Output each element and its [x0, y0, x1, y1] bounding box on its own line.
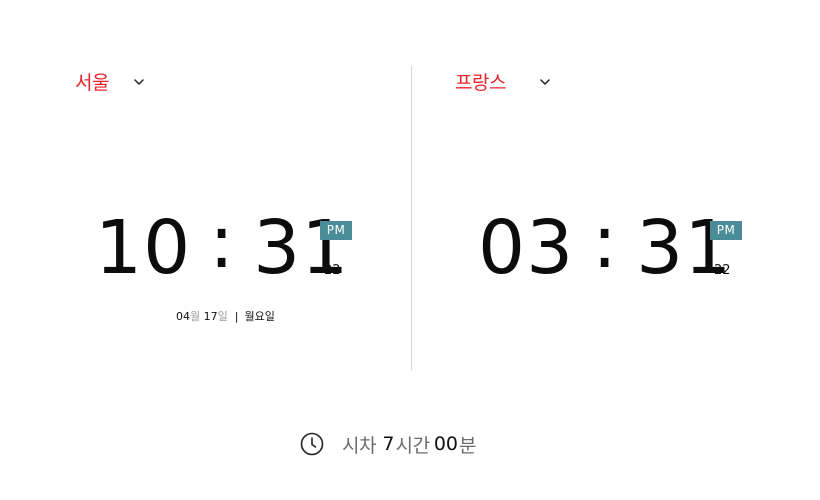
right-hours: 03 [478, 205, 575, 291]
left-minutes: 31 [253, 205, 350, 291]
chevron-down-icon [540, 78, 550, 85]
date-weekday: 월요일 [244, 310, 275, 323]
left-city-select[interactable]: 서울 [75, 68, 145, 95]
left-hours: 10 [95, 205, 192, 291]
time-difference-hours-unit: 시간 [395, 434, 430, 457]
time-difference-minutes-unit: 분 [459, 434, 477, 457]
right-city-select[interactable]: 프랑스 [455, 68, 551, 95]
date-month: 04 [176, 310, 190, 323]
left-digits: 10:31 [95, 202, 350, 291]
time-difference-minutes: 00 [433, 433, 459, 455]
time-difference-hours: 7 [382, 433, 395, 455]
clock-icon [300, 432, 324, 456]
date-separator: | [234, 310, 239, 323]
right-digits: 03:31 [478, 202, 733, 291]
left-colon: : [209, 199, 236, 285]
right-colon: : [592, 199, 619, 285]
time-difference: 시차 7 시간 00 분 [300, 430, 477, 458]
chevron-down-icon [134, 78, 144, 85]
france-clock-panel: 프랑스 03:31 PM 22 [412, 0, 820, 400]
date-month-unit: 월 [190, 310, 201, 323]
left-date: 04월 17일 | 월요일 [176, 308, 275, 324]
date-day: 17 [203, 310, 218, 323]
left-city-name: 서울 [75, 72, 109, 94]
seoul-clock-panel: 서울 10:31 PM 22 04월 17일 | 월요일 [0, 0, 410, 400]
left-seconds: 22 [324, 263, 341, 278]
left-ampm-badge: PM [320, 221, 352, 240]
right-seconds: 22 [714, 263, 731, 278]
right-city-name: 프랑스 [455, 72, 506, 94]
date-day-unit: 일 [217, 310, 228, 323]
right-minutes: 31 [636, 205, 733, 291]
time-difference-prefix: 시차 [342, 434, 377, 457]
right-ampm-badge: PM [710, 221, 742, 240]
